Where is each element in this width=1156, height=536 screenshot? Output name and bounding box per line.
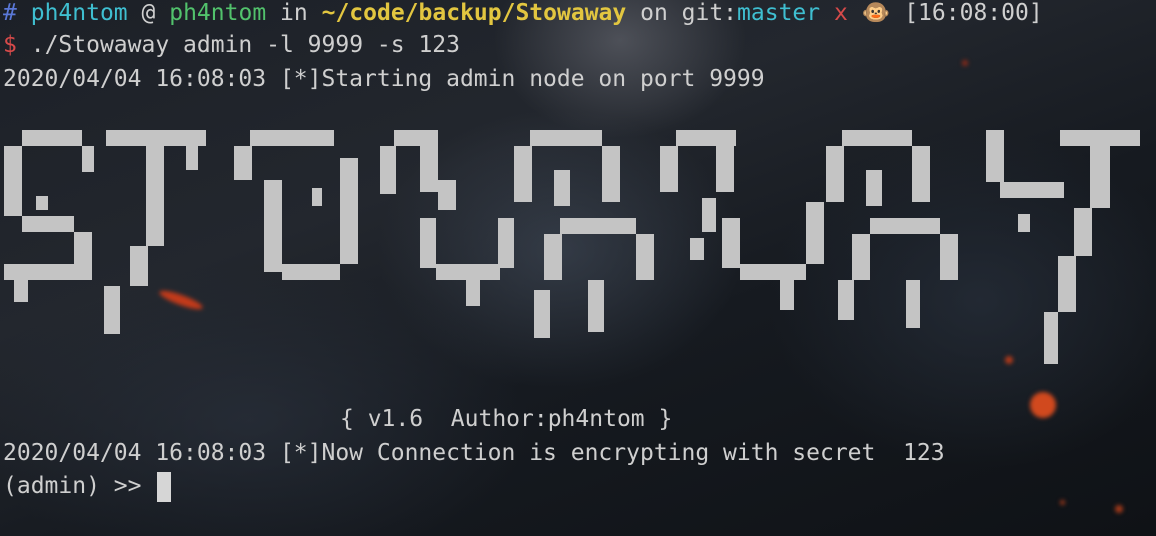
prompt-on-git: on git: — [640, 0, 738, 26]
log-start-line: 2020/04/04 16:08:03 [*]Starting admin no… — [3, 66, 765, 92]
stowaway-ascii-logo — [4, 130, 1140, 364]
admin-prompt: (admin) >> — [3, 473, 156, 499]
admin-prompt-line[interactable]: (admin) >> — [3, 470, 172, 502]
prompt-at: @ — [141, 0, 156, 26]
prompt-host: ph4ntom — [169, 0, 267, 26]
terminal-cursor[interactable] — [157, 471, 172, 502]
prompt-branch: master — [737, 0, 821, 26]
terminal-window[interactable]: # ph4ntom @ ph4ntom in ~/code/backup/Sto… — [0, 0, 1156, 536]
prompt-path: ~/code/backup/Stowaway — [321, 0, 627, 26]
version-author-line: { v1.6 Author:ph4ntom } — [340, 406, 673, 432]
prompt-hash: # — [3, 0, 17, 26]
prompt-dollar: $ — [3, 32, 17, 58]
prompt-user: ph4ntom — [30, 0, 128, 26]
shell-prompt-line: # ph4ntom @ ph4ntom in ~/code/backup/Sto… — [3, 0, 1043, 29]
banner-blocks — [4, 130, 1140, 364]
monkey-icon: 🐵 — [861, 0, 891, 26]
command-text: ./Stowaway admin -l 9999 -s 123 — [30, 32, 460, 58]
prompt-time: [16:08:00] — [904, 0, 1043, 26]
command-line: $ ./Stowaway admin -l 9999 -s 123 — [3, 29, 460, 61]
prompt-dirty-mark: x — [833, 0, 848, 26]
prompt-in: in — [280, 0, 308, 26]
log-encrypt-line: 2020/04/04 16:08:03 [*]Now Connection is… — [3, 440, 945, 466]
